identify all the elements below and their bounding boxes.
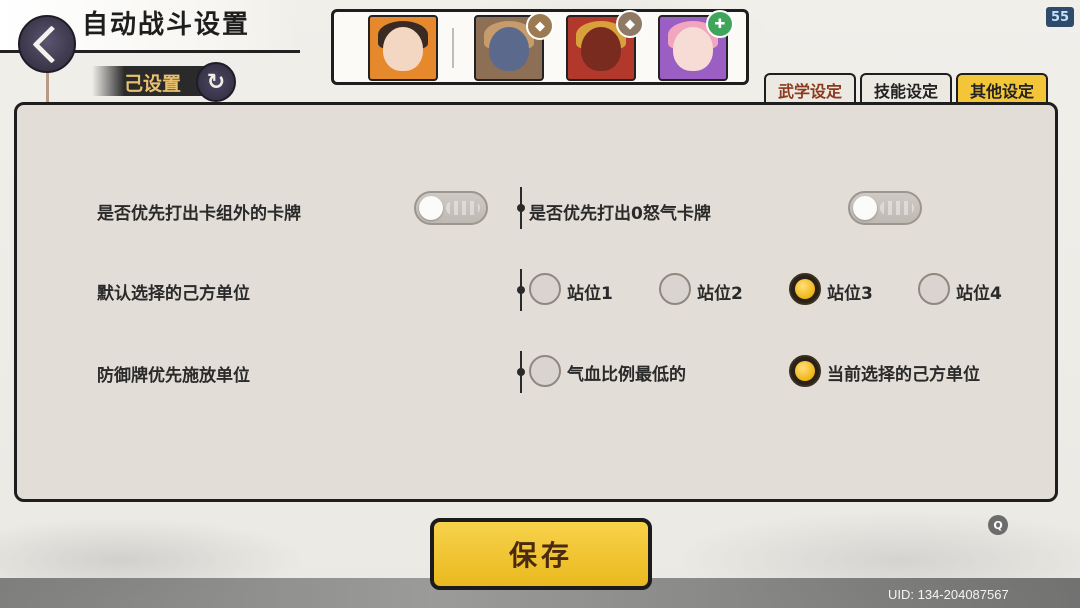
radio-label: 站位1	[567, 284, 613, 304]
toggle-knob	[853, 196, 877, 220]
radio-current-unit[interactable]	[789, 355, 821, 387]
radio-lowest-hp[interactable]	[529, 355, 561, 387]
row-label-prefer-outside-deck: 是否优先打出卡组外的卡牌	[97, 204, 301, 224]
radio-position-4[interactable]	[918, 273, 950, 305]
settings-panel: 是否优先打出卡组外的卡牌 是否优先打出0怒气卡牌 默认选择的己方单位 站位1 站…	[14, 102, 1058, 502]
toggle-prefer-outside-deck[interactable]	[414, 191, 488, 225]
divider	[517, 187, 525, 229]
tab-skills[interactable]: 技能设定	[860, 73, 952, 105]
row-label-defense-target: 防御牌优先施放单位	[97, 366, 250, 386]
toggle-prefer-zero-rage[interactable]	[848, 191, 922, 225]
page-title: 自动战斗设置	[82, 10, 251, 40]
back-arrow-icon	[31, 24, 71, 64]
team-bar: ◆ ◆ ✚	[331, 9, 749, 85]
radio-position-1[interactable]	[529, 273, 561, 305]
help-icon[interactable]: Q	[988, 515, 1008, 535]
user-id: UID: 134-204087567	[888, 587, 1009, 602]
radio-label: 当前选择的己方单位	[827, 365, 980, 385]
radio-label: 站位4	[956, 284, 1002, 304]
radio-position-2[interactable]	[659, 273, 691, 305]
preset-label: 己设置	[124, 73, 182, 95]
tab-other[interactable]: 其他设定	[956, 73, 1048, 105]
role-badge-icon: ◆	[526, 12, 554, 40]
hero-portrait-1[interactable]	[368, 15, 438, 81]
divider	[517, 351, 525, 393]
back-button[interactable]	[18, 15, 76, 73]
row-label-prefer-zero-rage: 是否优先打出0怒气卡牌	[529, 204, 711, 224]
radio-label: 站位3	[827, 284, 873, 304]
save-button[interactable]: 保存	[424, 518, 658, 590]
radio-label: 站位2	[697, 284, 743, 304]
switch-preset-button[interactable]: ↻	[196, 62, 236, 102]
toggle-knob	[419, 196, 443, 220]
divider	[517, 269, 525, 311]
fps-counter: 55	[1046, 7, 1074, 27]
role-badge-icon: ◆	[616, 10, 644, 38]
role-badge-icon: ✚	[706, 10, 734, 38]
refresh-icon: ↻	[206, 69, 226, 95]
radio-label: 气血比例最低的	[567, 365, 686, 385]
radio-position-3[interactable]	[789, 273, 821, 305]
row-label-default-unit: 默认选择的己方单位	[97, 284, 250, 304]
team-divider	[452, 28, 454, 68]
tab-martial-arts[interactable]: 武学设定	[764, 73, 856, 105]
